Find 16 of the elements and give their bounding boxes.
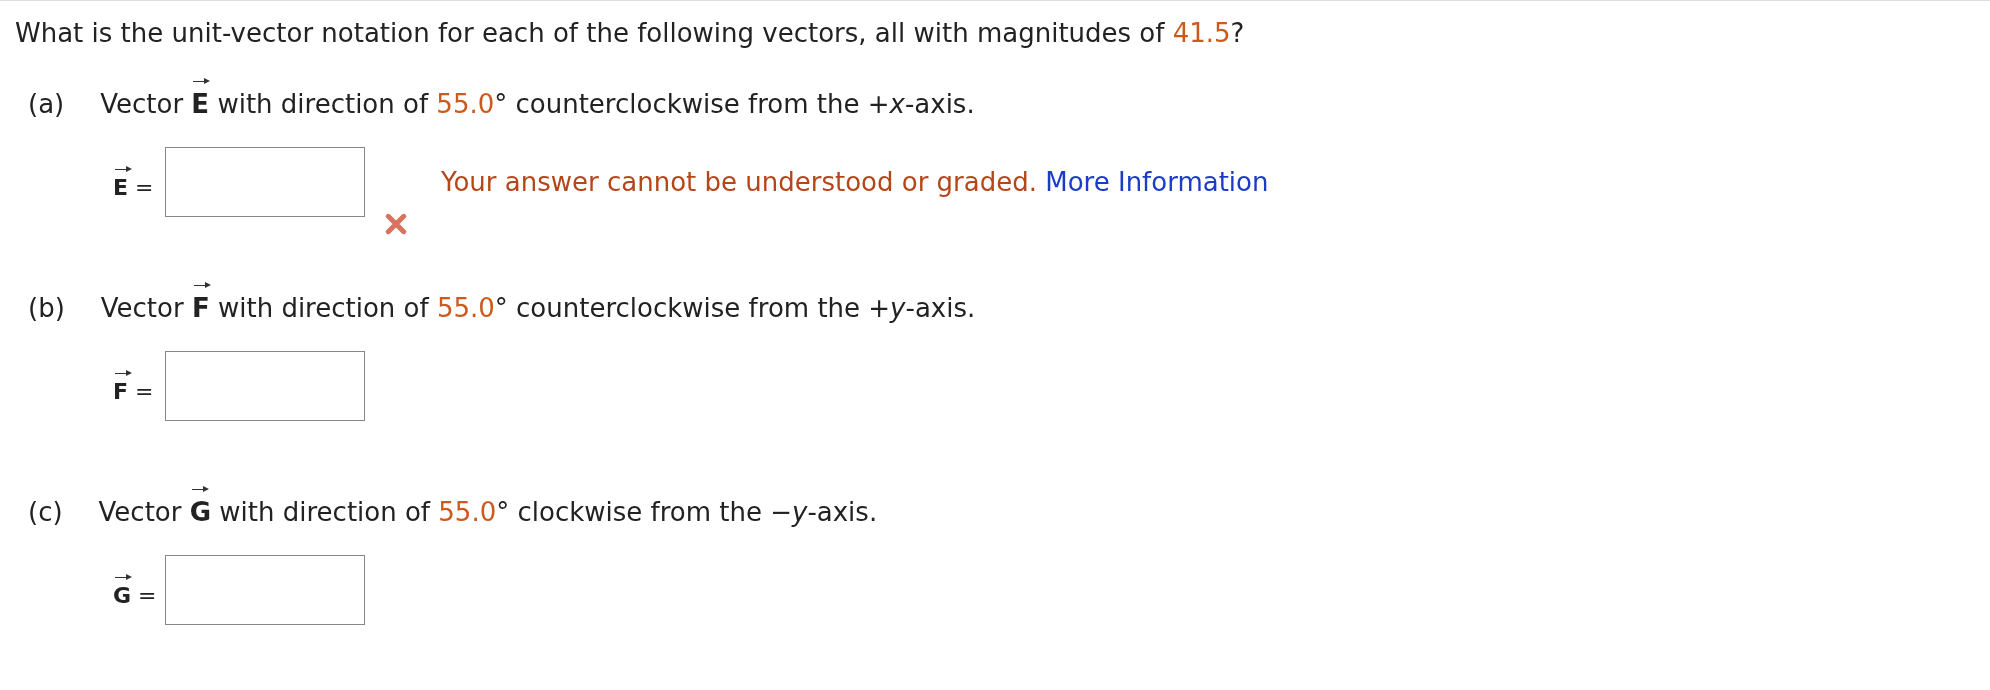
part-prompt: Vector F with direction of 55.0° counterclockwise from the +y-axis. [100, 279, 976, 325]
vector-equation-label: E = [113, 165, 165, 200]
part-prompt: Vector E with direction of 55.0° counterclockwise from the +x-axis. [100, 75, 975, 121]
vector-equation-label: G = [113, 573, 165, 608]
more-information-link[interactable]: More Information [1045, 167, 1269, 197]
part-label: (b) [28, 292, 65, 323]
error-message: Your answer cannot be understood or graded. [441, 167, 1037, 197]
part-label: (c) [28, 496, 63, 527]
vector-equation-label: F = [113, 369, 165, 404]
question-text: What is the unit-vector notation for each of the following vectors, all with magnitudes of 41.5? [15, 17, 1246, 49]
part-prompt: Vector G with direction of 55.0° clockwise from the −y-axis. [98, 483, 878, 529]
part-label: (a) [28, 88, 65, 119]
answer-field[interactable] [165, 351, 365, 421]
answer-field[interactable] [165, 555, 365, 625]
answer-field[interactable] [165, 147, 365, 217]
incorrect-x-icon [385, 213, 407, 235]
